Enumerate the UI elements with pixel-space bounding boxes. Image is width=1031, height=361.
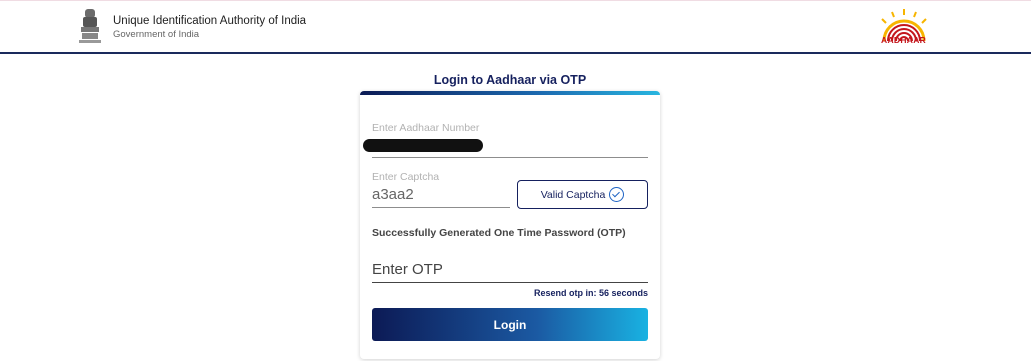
login-title: Login to Aadhaar via OTP	[433, 73, 587, 87]
login-button[interactable]: Login	[372, 308, 648, 341]
national-emblem-icon	[79, 9, 101, 43]
resend-otp-timer: Resend otp in: 56 seconds	[533, 288, 648, 298]
org-name: Unique Identification Authority of India	[113, 15, 307, 27]
check-circle-icon	[609, 187, 625, 202]
captcha-label: Enter Captcha	[372, 171, 440, 183]
captcha-underline	[372, 207, 510, 208]
otp-input[interactable]	[372, 256, 648, 283]
valid-captcha-button[interactable]: Valid Captcha	[517, 180, 648, 209]
captcha-input[interactable]: a3aa2	[372, 186, 414, 203]
aadhaar-number-input[interactable]	[363, 139, 483, 152]
aadhaar-number-label: Enter Aadhaar Number	[372, 122, 480, 134]
aadhaar-number-underline	[372, 157, 648, 158]
org-subtitle: Government of India	[113, 29, 200, 40]
card-accent-bar	[360, 91, 660, 95]
otp-success-message: Successfully Generated One Time Password…	[372, 227, 626, 239]
valid-captcha-label: Valid Captcha	[540, 188, 606, 201]
site-header: Unique Identification Authority of India…	[0, 0, 1031, 54]
aadhaar-logo-text: AADHAAR	[881, 35, 927, 45]
